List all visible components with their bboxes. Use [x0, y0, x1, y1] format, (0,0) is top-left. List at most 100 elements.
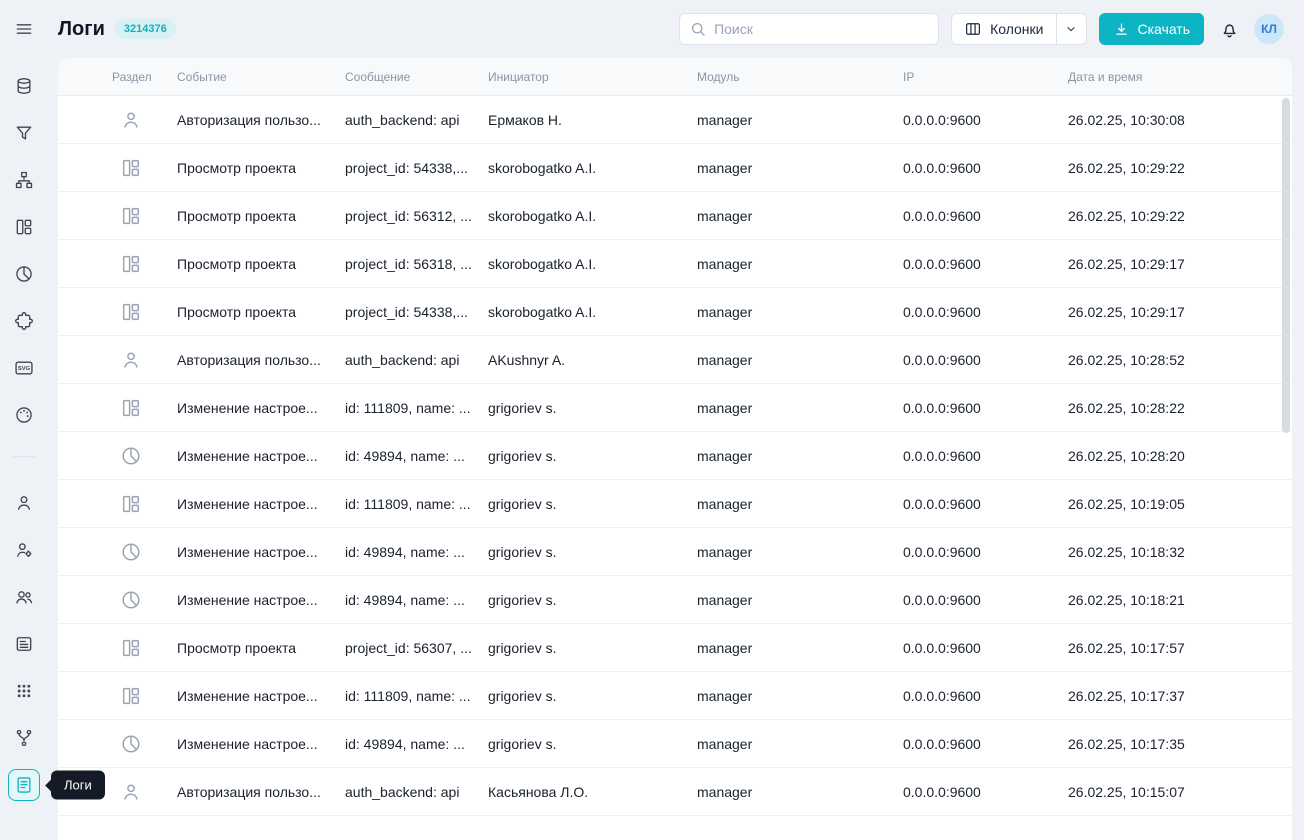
- sidebar-item-grid[interactable]: [8, 675, 40, 707]
- cell-module: manager: [697, 784, 903, 800]
- cell-event: Изменение настрое...: [177, 592, 345, 608]
- table-body: Авторизация пользо...auth_backend: apiЕр…: [58, 96, 1292, 816]
- cell-message: project_id: 56318, ...: [345, 256, 488, 272]
- cell-module: manager: [697, 592, 903, 608]
- database-icon: [14, 76, 34, 96]
- table-row[interactable]: Изменение настрое...id: 49894, name: ...…: [58, 528, 1292, 576]
- cell-module: manager: [697, 160, 903, 176]
- cell-ip: 0.0.0.0:9600: [903, 352, 1068, 368]
- cell-datetime: 26.02.25, 10:28:52: [1068, 352, 1292, 368]
- sidebar-item-news[interactable]: [8, 628, 40, 660]
- dashboard-icon: [58, 301, 177, 323]
- table-row[interactable]: Изменение настрое...id: 111809, name: ..…: [58, 384, 1292, 432]
- cell-ip: 0.0.0.0:9600: [903, 544, 1068, 560]
- logs-table-card: РазделСобытиеСообщениеИнициаторМодульIPД…: [58, 58, 1292, 840]
- columns-button-label: Колонки: [990, 21, 1043, 37]
- sidebar-item-svg[interactable]: SVG: [8, 352, 40, 384]
- table-row[interactable]: Просмотр проектаproject_id: 56318, ...sk…: [58, 240, 1292, 288]
- sidebar-item-sitemap[interactable]: [8, 164, 40, 196]
- cell-message: id: 111809, name: ...: [345, 688, 488, 704]
- user-icon: [58, 109, 177, 131]
- columns-button[interactable]: Колонки: [951, 13, 1086, 45]
- table-row[interactable]: Просмотр проектаproject_id: 56312, ...sk…: [58, 192, 1292, 240]
- notifications-bell-icon[interactable]: [1216, 16, 1242, 42]
- cell-message: auth_backend: api: [345, 112, 488, 128]
- sidebar-item-user[interactable]: [8, 487, 40, 519]
- column-header-5: IP: [903, 70, 1068, 84]
- sitemap-icon: [14, 170, 34, 190]
- cell-event: Изменение настрое...: [177, 688, 345, 704]
- sidebar-item-user-settings[interactable]: [8, 534, 40, 566]
- sidebar-item-database[interactable]: [8, 70, 40, 102]
- palette-icon: [14, 405, 34, 425]
- sidebar-item-users[interactable]: [8, 581, 40, 613]
- table-row[interactable]: Изменение настрое...id: 49894, name: ...…: [58, 576, 1292, 624]
- cell-initiator: grigoriev s.: [488, 640, 697, 656]
- download-button-label: Скачать: [1138, 21, 1191, 37]
- cell-event: Авторизация пользо...: [177, 112, 345, 128]
- table-row[interactable]: Просмотр проектаproject_id: 54338,...sko…: [58, 288, 1292, 336]
- cell-ip: 0.0.0.0:9600: [903, 784, 1068, 800]
- cell-message: project_id: 54338,...: [345, 160, 488, 176]
- users-icon: [14, 587, 34, 607]
- cell-module: manager: [697, 112, 903, 128]
- cell-datetime: 26.02.25, 10:29:22: [1068, 208, 1292, 224]
- download-button[interactable]: Скачать: [1099, 13, 1205, 45]
- cell-message: project_id: 56307, ...: [345, 640, 488, 656]
- cell-module: manager: [697, 304, 903, 320]
- table-row[interactable]: Просмотр проектаproject_id: 54338,...sko…: [58, 144, 1292, 192]
- sidebar-item-logs[interactable]: Логи: [8, 769, 40, 801]
- table-row[interactable]: Изменение настрое...id: 111809, name: ..…: [58, 672, 1292, 720]
- cell-message: auth_backend: api: [345, 352, 488, 368]
- search-input[interactable]: [712, 20, 930, 38]
- columns-button-main[interactable]: Колонки: [952, 14, 1055, 44]
- cell-module: manager: [697, 496, 903, 512]
- search-box: [679, 13, 939, 45]
- svg-icon: SVG: [14, 358, 34, 378]
- cell-ip: 0.0.0.0:9600: [903, 256, 1068, 272]
- sidebar-item-pie-chart[interactable]: [8, 258, 40, 290]
- sidebar-item-palette[interactable]: [8, 399, 40, 431]
- sidebar-item-dashboard[interactable]: [8, 211, 40, 243]
- cell-event: Просмотр проекта: [177, 208, 345, 224]
- cell-event: Изменение настрое...: [177, 400, 345, 416]
- sidebar-item-filter[interactable]: [8, 117, 40, 149]
- columns-dropdown-caret[interactable]: [1056, 14, 1086, 44]
- chevron-down-icon: [1063, 21, 1079, 37]
- cell-message: id: 49894, name: ...: [345, 448, 488, 464]
- cell-initiator: Ермаков Н.: [488, 112, 697, 128]
- table-row[interactable]: Авторизация пользо...auth_backend: apiКа…: [58, 768, 1292, 816]
- cell-initiator: grigoriev s.: [488, 496, 697, 512]
- table-row[interactable]: Изменение настрое...id: 49894, name: ...…: [58, 720, 1292, 768]
- cell-datetime: 26.02.25, 10:15:07: [1068, 784, 1292, 800]
- table-row[interactable]: Авторизация пользо...auth_backend: apiЕр…: [58, 96, 1292, 144]
- sidebar: SVG Логи: [0, 0, 48, 840]
- column-header-2: Сообщение: [345, 70, 488, 84]
- sidebar-item-git-branch[interactable]: [8, 722, 40, 754]
- cell-initiator: Касьянова Л.О.: [488, 784, 697, 800]
- cell-initiator: AKushnyr A.: [488, 352, 697, 368]
- scrollbar-thumb[interactable]: [1282, 98, 1290, 433]
- topbar-controls: Колонки Скачать КЛ: [679, 0, 1284, 58]
- cell-initiator: grigoriev s.: [488, 400, 697, 416]
- table-row[interactable]: Просмотр проектаproject_id: 56307, ...gr…: [58, 624, 1292, 672]
- user-icon: [58, 349, 177, 371]
- user-avatar[interactable]: КЛ: [1254, 14, 1284, 44]
- column-header-3: Инициатор: [488, 70, 697, 84]
- cell-ip: 0.0.0.0:9600: [903, 640, 1068, 656]
- cell-event: Авторизация пользо...: [177, 352, 345, 368]
- sidebar-item-puzzle[interactable]: [8, 305, 40, 337]
- column-header-4: Модуль: [697, 70, 903, 84]
- cell-module: manager: [697, 256, 903, 272]
- table-row[interactable]: Изменение настрое...id: 49894, name: ...…: [58, 432, 1292, 480]
- cell-event: Просмотр проекта: [177, 304, 345, 320]
- cell-ip: 0.0.0.0:9600: [903, 160, 1068, 176]
- table-row[interactable]: Авторизация пользо...auth_backend: apiAK…: [58, 336, 1292, 384]
- cell-ip: 0.0.0.0:9600: [903, 592, 1068, 608]
- columns-icon: [964, 20, 982, 38]
- cell-ip: 0.0.0.0:9600: [903, 688, 1068, 704]
- cell-ip: 0.0.0.0:9600: [903, 112, 1068, 128]
- cell-ip: 0.0.0.0:9600: [903, 448, 1068, 464]
- table-row[interactable]: Изменение настрое...id: 111809, name: ..…: [58, 480, 1292, 528]
- pie-chart-icon: [58, 541, 177, 563]
